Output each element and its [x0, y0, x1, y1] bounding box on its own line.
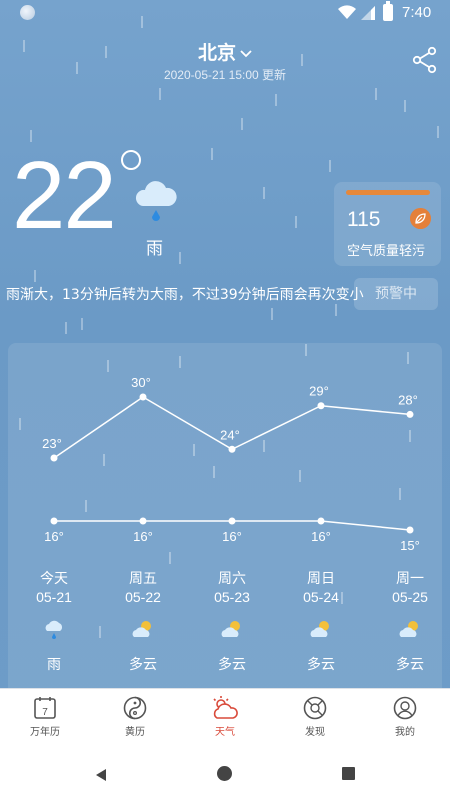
low-temp-point	[139, 517, 147, 525]
day-date: 05-21	[36, 589, 72, 605]
back-icon[interactable]	[94, 768, 108, 782]
partly-cloudy-icon	[132, 621, 151, 637]
high-temp-point	[228, 445, 236, 453]
high-temp-point	[139, 393, 147, 401]
weather-icon	[213, 696, 238, 719]
nav-label: 我的	[395, 727, 415, 738]
nav-label: 万年历	[30, 727, 60, 738]
forecast-day[interactable]: 周一 05-25 多云	[375, 570, 445, 674]
day-name: 周一	[396, 571, 424, 587]
day-date: 05-23	[214, 589, 250, 605]
profile-icon	[393, 696, 417, 720]
day-date: 05-22	[125, 589, 161, 605]
high-temp-label: 28°	[398, 392, 418, 407]
low-temp-label: 16°	[222, 529, 242, 544]
current-condition: 雨	[146, 239, 163, 259]
recent-apps-icon[interactable]	[342, 767, 355, 780]
nav-item-almanac[interactable]: 黄历	[90, 695, 180, 738]
nav-item-discover[interactable]: 发现	[270, 695, 360, 738]
partly-cloudy-icon	[310, 621, 329, 637]
forecast-day[interactable]: 今天 05-21 雨	[19, 570, 89, 674]
low-temp-point	[50, 517, 58, 525]
day-condition: 多云	[396, 657, 424, 673]
share-icon[interactable]	[412, 46, 438, 74]
battery-icon	[383, 1, 393, 21]
discover-icon	[303, 696, 327, 720]
current-temperature: 22	[12, 142, 117, 249]
low-temp-point	[406, 526, 414, 534]
low-temp-label: 16°	[311, 529, 331, 544]
update-time: 2020-05-21 15:00 更新	[163, 68, 287, 82]
status-bar: 7:40	[0, 0, 450, 28]
forecast-day[interactable]: 周六 05-23 多云	[197, 570, 267, 674]
nav-label: 发现	[305, 727, 325, 738]
high-temp-point	[50, 454, 58, 462]
chevron-down-icon	[240, 49, 252, 57]
partly-cloudy-icon	[221, 621, 240, 637]
city-selector[interactable]: 北京	[0, 38, 450, 65]
day-date: 05-25	[392, 589, 428, 605]
yinyang-icon	[123, 696, 147, 720]
aqi-value: 115	[347, 208, 381, 231]
high-temp-label: 23°	[42, 436, 62, 451]
partly-cloudy-icon	[399, 621, 418, 637]
notification-icon	[20, 5, 35, 20]
signal-icon	[361, 6, 375, 20]
forecast-day[interactable]: 周日 05-24 多云	[286, 570, 356, 674]
day-name: 周日	[307, 571, 335, 587]
high-temp-point	[317, 402, 325, 410]
day-condition: 多云	[307, 657, 335, 673]
nav-item-calendar[interactable]: 7 万年历	[0, 695, 90, 738]
warning-badge[interactable]: 预警中	[354, 278, 438, 310]
high-temp-label: 24°	[220, 427, 240, 442]
rain-icon	[135, 181, 177, 221]
calendar-icon: 7	[34, 697, 56, 719]
high-temp-label: 29°	[309, 384, 329, 399]
low-temp-label: 16°	[44, 529, 64, 544]
aqi-label: 空气质量轻污	[347, 244, 426, 259]
nav-label: 黄历	[125, 727, 145, 738]
forecast-day[interactable]: 周五 05-22 多云	[108, 570, 178, 674]
status-time: 7:40	[402, 4, 432, 21]
day-condition: 雨	[47, 657, 61, 673]
day-name: 周六	[218, 571, 246, 587]
leaf-icon	[410, 208, 431, 229]
low-temp-point	[228, 517, 236, 525]
high-temp-label: 30°	[131, 375, 151, 390]
nav-item-weather[interactable]: 天气	[180, 695, 270, 738]
day-condition: 多云	[129, 657, 157, 673]
rain-icon	[45, 620, 63, 639]
nav-label: 天气	[215, 727, 235, 738]
bottom-navigation: 7 万年历 黄历 天气 发现 我的	[0, 688, 450, 746]
low-temp-point	[317, 517, 325, 525]
day-condition: 多云	[218, 657, 246, 673]
nav-item-profile[interactable]: 我的	[360, 695, 450, 738]
aqi-bar	[346, 190, 430, 195]
degree-symbol	[121, 150, 141, 170]
precipitation-alert: 雨渐大，13分钟后转为大雨，不过39分钟后雨会再次变小	[6, 287, 364, 303]
high-temp-point	[406, 410, 414, 418]
air-quality-card[interactable]: 115 空气质量轻污	[334, 182, 441, 266]
day-name: 今天	[40, 571, 68, 587]
wifi-icon	[338, 5, 356, 20]
low-temp-label: 16°	[133, 529, 153, 544]
low-temp-label: 15°	[400, 538, 420, 553]
temperature-chart: 23° 30° 24° 29° 28° 16° 16° 16° 16° 15°	[42, 375, 420, 553]
home-icon[interactable]	[217, 766, 232, 781]
day-name: 周五	[129, 571, 157, 587]
day-date: 05-24	[303, 589, 339, 605]
calendar-day-number: 7	[42, 707, 48, 718]
city-name: 北京	[197, 42, 236, 64]
weather-screen: 7:40 北京 2020-05-21 15:00 更新 22 雨 115 空气质…	[0, 0, 450, 800]
